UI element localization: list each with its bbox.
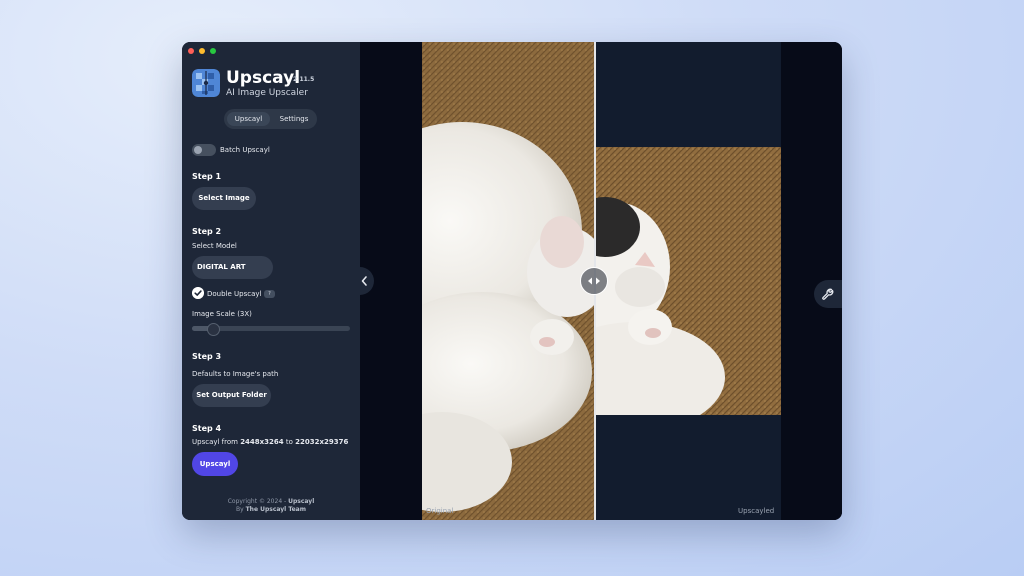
step4-title: Step 4 (192, 424, 222, 433)
select-image-button[interactable]: Select Image (192, 187, 256, 210)
tab-settings[interactable]: Settings (274, 112, 314, 126)
size-from-prefix: Upscayl from (192, 438, 241, 446)
image-scale-label: Image Scale (3X) (192, 310, 252, 318)
original-label: Original (426, 507, 454, 515)
size-to-word: to (283, 438, 296, 446)
credits-prefix: By (236, 506, 246, 513)
traffic-lights (188, 48, 216, 54)
copyright-name: Upscayl (288, 498, 315, 505)
step1-title: Step 1 (192, 172, 222, 181)
original-image (422, 42, 595, 520)
copyright-prefix: Copyright © 2024 - (227, 498, 289, 505)
model-select[interactable]: DIGITAL ART (192, 256, 273, 279)
app-version: 2.11.5 (293, 76, 315, 83)
slider-knob[interactable] (207, 323, 220, 336)
upscayl-size-info: Upscayl from 2448x3264 to 22032x29376 (192, 438, 348, 446)
batch-upscayl-label: Batch Upscayl (220, 146, 270, 154)
minimize-window-button[interactable] (199, 48, 205, 54)
target-size: 22032x29376 (295, 438, 349, 446)
upscayl-button[interactable]: Upscayl (192, 452, 238, 476)
help-badge[interactable]: ? (264, 290, 275, 298)
tools-button[interactable] (814, 280, 842, 308)
set-output-folder-button[interactable]: Set Output Folder (192, 384, 271, 407)
tab-upscayl[interactable]: Upscayl (227, 112, 270, 126)
chevron-left-icon (361, 276, 367, 286)
source-size: 2448x3264 (240, 438, 284, 446)
upscayled-label: Upscayled (738, 507, 775, 515)
credits-line: By The Upscayl Team (182, 506, 360, 514)
batch-upscayl-toggle[interactable] (192, 144, 216, 156)
maximize-window-button[interactable] (210, 48, 216, 54)
toggle-knob (194, 146, 202, 154)
footer: Copyright © 2024 - Upscayl By The Upscay… (182, 498, 360, 514)
select-model-label: Select Model (192, 242, 237, 250)
compare-arrows-icon[interactable] (580, 267, 608, 295)
upscayled-image (595, 147, 781, 415)
app-window: Upscayl 2.11.5 AI Image Upscaler Upscayl… (182, 42, 842, 520)
tab-bar: Upscayl Settings (224, 109, 317, 129)
step2-title: Step 2 (192, 227, 222, 236)
app-name: Upscayl (226, 68, 301, 88)
app-tagline: AI Image Upscaler (226, 88, 308, 98)
step3-title: Step 3 (192, 352, 222, 361)
copyright-line: Copyright © 2024 - Upscayl (182, 498, 360, 506)
output-path-hint: Defaults to Image's path (192, 370, 279, 378)
upscayl-logo-icon (192, 69, 220, 97)
sidebar: Upscayl 2.11.5 AI Image Upscaler Upscayl… (182, 42, 360, 520)
double-upscayl-label: Double Upscayl (207, 290, 262, 298)
collapse-sidebar-button[interactable] (360, 267, 374, 295)
close-window-button[interactable] (188, 48, 194, 54)
wrench-icon (822, 288, 834, 300)
image-compare-viewer: Original Upscayled (360, 42, 842, 520)
image-scale-slider[interactable] (192, 323, 350, 336)
double-upscayl-checkbox[interactable] (192, 287, 204, 299)
team-name: The Upscayl Team (245, 506, 306, 513)
